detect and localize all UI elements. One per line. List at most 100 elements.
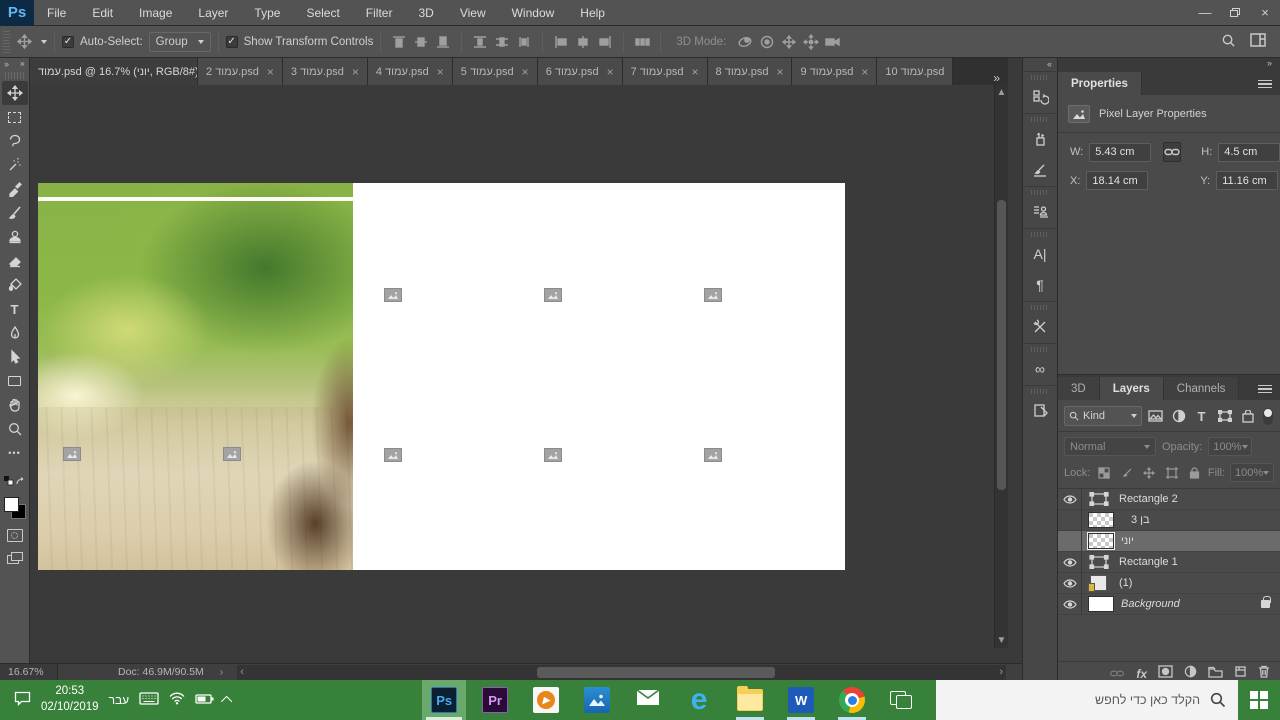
visibility-eye-icon[interactable] [1058,594,1082,615]
layer-row-group-1[interactable]: (1) [1058,573,1280,594]
horizontal-scroll-thumb[interactable] [537,667,775,678]
tab-document-2[interactable]: 2 עמוד.psd× [198,58,283,85]
notes-panel-icon[interactable] [1025,396,1055,426]
menu-file[interactable]: File [34,0,79,26]
pen-tool[interactable] [2,321,28,345]
opacity-dropdown[interactable]: 100% [1208,437,1252,456]
taskbar-file-explorer[interactable] [728,680,772,720]
3d-drag-button[interactable] [778,32,800,52]
tab-document-4[interactable]: 4 עמוד.psd× [368,58,453,85]
restore-button[interactable] [1220,2,1250,24]
menu-type[interactable]: Type [241,0,293,26]
align-left-edges-button[interactable] [550,32,572,52]
tools-close-icon[interactable]: × [20,59,25,69]
tab-document-9[interactable]: 9 עמוד.psd× [792,58,877,85]
height-field[interactable] [1218,143,1280,162]
tools-gripper[interactable] [5,72,24,79]
history-panel-icon[interactable] [1025,82,1055,112]
taskbar-edge[interactable]: e [677,680,721,720]
workspace-switcher-icon[interactable] [1250,33,1266,50]
hand-tool[interactable] [2,393,28,417]
visibility-eye-empty[interactable] [1058,531,1082,552]
align-top-edges-button[interactable] [388,32,410,52]
tab-close-icon[interactable]: × [267,65,274,79]
taskbar-mail[interactable] [626,680,670,720]
3d-camera-button[interactable] [822,32,844,52]
pixel-layer-thumbnail[interactable] [1088,533,1114,549]
tab-close-icon[interactable]: × [861,65,868,79]
tab-channels[interactable]: Channels [1164,377,1240,400]
options-gripper[interactable] [3,31,10,53]
tab-active-document[interactable]: עמוד.psd @ 16.7% (יוני, RGB/8#) * × [30,58,198,85]
empty-smart-object-placeholder[interactable] [544,448,562,462]
show-hidden-icons-chevron[interactable] [221,696,232,707]
brushes-panel-icon[interactable] [1025,124,1055,154]
clone-stamp-tool[interactable] [2,225,28,249]
tab-close-icon[interactable]: × [522,65,529,79]
tab-close-icon[interactable]: × [437,65,444,79]
visibility-eye-empty[interactable] [1058,510,1082,531]
menu-window[interactable]: Window [499,0,568,26]
tab-document-7[interactable]: 7 עמוד.psd× [623,58,708,85]
empty-smart-object-placeholder[interactable] [544,288,562,302]
3d-rotate-button[interactable] [734,32,756,52]
menu-3d[interactable]: 3D [405,0,446,26]
layer-row-yoni[interactable]: יוני [1058,531,1280,552]
filter-shape-layers-icon[interactable] [1215,407,1234,425]
lock-artboard-icon[interactable] [1163,464,1181,482]
background-layer-thumbnail[interactable] [1088,596,1114,612]
empty-smart-object-placeholder[interactable] [63,447,81,461]
dock-gripper[interactable] [1031,305,1049,310]
move-tool-preset-icon[interactable] [13,32,35,52]
scroll-left-icon[interactable]: ‹ [240,666,244,678]
3d-slide-button[interactable] [800,32,822,52]
foreground-color-swatch[interactable] [4,497,19,512]
tab-document-3[interactable]: 3 עמוד.psd× [283,58,368,85]
tab-close-icon[interactable]: × [692,65,699,79]
layer-row-background[interactable]: Background [1058,594,1280,615]
dock-gripper[interactable] [1031,389,1049,394]
status-expand-icon[interactable]: › [214,666,230,678]
minimize-button[interactable]: — [1190,2,1220,24]
tab-close-icon[interactable]: × [352,65,359,79]
tab-close-icon[interactable]: × [607,65,614,79]
layer-row-rectangle-1[interactable]: Rectangle 1 [1058,552,1280,573]
menu-layer[interactable]: Layer [185,0,241,26]
lock-transparency-icon[interactable] [1095,464,1113,482]
tab-3d[interactable]: 3D [1058,377,1100,400]
smart-object-thumbnail[interactable] [1090,575,1107,591]
scroll-down-icon[interactable]: ▼ [995,635,1008,646]
distribute-top-edges-button[interactable] [469,32,491,52]
tab-overflow-icon[interactable]: » [985,71,1008,85]
menu-filter[interactable]: Filter [353,0,406,26]
blend-mode-dropdown[interactable]: Normal [1064,437,1156,456]
language-indicator[interactable]: עבר [109,693,130,707]
visibility-eye-icon[interactable] [1058,489,1082,510]
battery-icon[interactable] [195,694,214,707]
vertical-scrollbar[interactable]: ▲ ▼ [994,85,1008,648]
move-tool[interactable] [2,81,28,105]
dock-gripper[interactable] [1031,190,1049,195]
shape-layer-thumbnail[interactable] [1088,491,1110,507]
layer-row-ben-3[interactable]: בן 3 [1058,510,1280,531]
x-field[interactable] [1086,171,1148,190]
menu-view[interactable]: View [447,0,499,26]
brush-tool[interactable] [2,201,28,225]
empty-smart-object-placeholder[interactable] [704,448,722,462]
start-button[interactable] [1238,680,1280,720]
dock-gripper[interactable] [1031,347,1049,352]
tab-document-5[interactable]: 5 עמוד.psd× [453,58,538,85]
taskbar-premiere[interactable]: Pr [473,680,517,720]
taskbar-photos[interactable] [575,680,619,720]
taskbar-word[interactable]: W [779,680,823,720]
tool-preset-caret-icon[interactable] [41,40,47,44]
show-transform-checkbox[interactable]: ✓ [226,36,238,48]
filter-pixel-layers-icon[interactable] [1146,407,1165,425]
taskbar-clock[interactable]: 20:53 02/10/2019 [41,684,99,715]
menu-select[interactable]: Select [293,0,352,26]
visibility-eye-icon[interactable] [1058,573,1082,594]
zoom-tool[interactable] [2,417,28,441]
empty-smart-object-placeholder[interactable] [223,447,241,461]
menu-edit[interactable]: Edit [79,0,126,26]
edit-toolbar-ellipsis[interactable]: ••• [2,441,28,465]
